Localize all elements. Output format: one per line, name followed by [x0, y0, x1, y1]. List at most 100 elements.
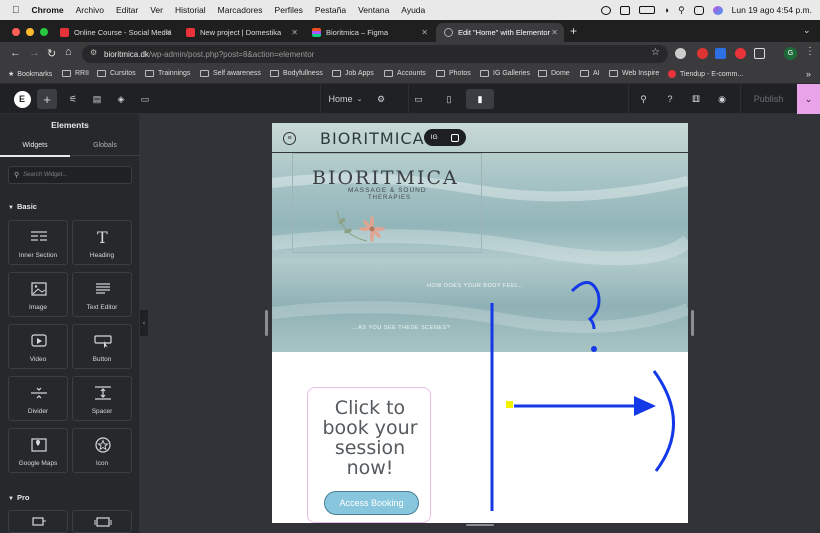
search-icon[interactable]: ⚲	[628, 84, 658, 114]
close-tab-icon[interactable]: ✕	[551, 28, 558, 37]
widget-spacer[interactable]: Spacer	[72, 376, 132, 421]
extension-icon[interactable]	[715, 48, 726, 59]
page-selector[interactable]: Home ⌄	[320, 84, 370, 114]
menubar-clock[interactable]: Lun 19 ago 4:54 p.m.	[732, 5, 812, 15]
tab-domestika[interactable]: New project | Domestika ✕	[178, 23, 304, 42]
widget-google-maps[interactable]: Google Maps	[8, 428, 68, 473]
widget-icon[interactable]: Icon	[72, 428, 132, 473]
widget-heading[interactable]: T Heading	[72, 220, 132, 265]
close-tab-icon[interactable]: ✕	[291, 28, 298, 37]
control-center-icon[interactable]	[693, 5, 704, 15]
elementor-logo-icon: E	[13, 90, 31, 108]
bookmark-folder[interactable]: Bodyfullness	[270, 70, 323, 77]
whats-new-gift-icon[interactable]: ⚅	[686, 84, 706, 114]
comments-icon[interactable]: ▭	[136, 84, 154, 114]
widget-pro-posts[interactable]	[8, 510, 68, 533]
back-icon[interactable]: ←	[10, 47, 21, 59]
widget-video[interactable]: Video	[8, 324, 68, 369]
widget-search-input[interactable]: ⚲ Search Widget...	[8, 166, 132, 184]
tab-elementor[interactable]: Edit "Home" with Elementor ✕	[436, 23, 564, 42]
status-play-icon[interactable]	[619, 5, 630, 15]
close-tab-icon[interactable]: ✕	[165, 28, 172, 37]
bookmark-folder[interactable]: Trainnings	[145, 70, 190, 77]
bookmark-tiendup[interactable]: Tiendup - E-comm...	[668, 70, 743, 78]
bookmark-folder[interactable]: Web Inspire	[609, 70, 659, 77]
close-window-button[interactable]	[12, 28, 20, 36]
widget-image[interactable]: Image	[8, 272, 68, 317]
search-icon[interactable]: ⚲	[678, 5, 685, 16]
bookmark-folder[interactable]: Self awareness	[200, 70, 261, 77]
extension-icon[interactable]	[697, 48, 708, 59]
bookmark-folder[interactable]: AI	[580, 70, 600, 77]
widget-inner-section[interactable]: Inner Section	[8, 220, 68, 265]
bookmark-folder[interactable]: Dome	[538, 70, 570, 77]
menu-ventana[interactable]: Ventana	[358, 5, 389, 15]
zoom-window-button[interactable]	[40, 28, 48, 36]
bookmark-folder[interactable]: Accounts	[384, 70, 426, 77]
extensions-puzzle-icon[interactable]	[754, 48, 765, 59]
menu-pestana[interactable]: Pestaña	[315, 5, 346, 15]
status-circle-icon[interactable]	[600, 5, 611, 15]
bookmark-folder[interactable]: Photos	[436, 70, 471, 77]
widget-divider[interactable]: Divider	[8, 376, 68, 421]
wifi-icon[interactable]: ◑	[664, 5, 669, 15]
resize-handle-left[interactable]	[265, 310, 268, 336]
publish-options-button[interactable]: ⌄	[797, 84, 820, 114]
address-bar[interactable]: ⚙ bioritmica.dk/wp-admin/post.php?post=8…	[82, 45, 668, 63]
preview-eye-icon[interactable]: ◉	[712, 84, 732, 114]
menu-app-name[interactable]: Chrome	[32, 5, 64, 15]
desktop-view-icon[interactable]: ▭	[408, 84, 428, 114]
profile-avatar[interactable]: G	[784, 47, 797, 60]
elementor-logo-button[interactable]: E	[12, 84, 32, 114]
tablet-view-icon[interactable]: ▯	[440, 84, 458, 114]
menu-editar[interactable]: Editar	[116, 5, 138, 15]
section-basic-header[interactable]: ▼ Basic	[8, 202, 37, 211]
bookmark-folder[interactable]: RRII	[62, 70, 89, 77]
resize-handle-right[interactable]	[691, 310, 694, 336]
mobile-view-icon[interactable]: ▮	[466, 89, 494, 109]
site-info-icon[interactable]: ⚙	[90, 48, 97, 57]
widget-text-editor[interactable]: Text Editor	[72, 272, 132, 317]
site-settings-icon[interactable]: ⚟	[64, 84, 82, 114]
bookmark-star-icon[interactable]: ☆	[651, 47, 660, 58]
menu-ayuda[interactable]: Ayuda	[401, 5, 425, 15]
bookmark-folder[interactable]: Cursitos	[97, 70, 136, 77]
minimize-window-button[interactable]	[26, 28, 34, 36]
help-icon[interactable]: ?	[660, 84, 680, 114]
publish-button[interactable]: Publish	[740, 84, 796, 114]
new-tab-icon[interactable]: +	[570, 24, 577, 38]
browser-menu-icon[interactable]: ⋮	[805, 46, 815, 57]
panel-collapse-handle[interactable]: ‹	[140, 310, 148, 336]
page-settings-gear-icon[interactable]: ⚙	[372, 84, 390, 114]
forward-icon[interactable]: →	[29, 47, 40, 59]
bookmarks-overflow-icon[interactable]: »	[806, 69, 811, 79]
menu-ver[interactable]: Ver	[150, 5, 163, 15]
structure-icon[interactable]: ◈	[112, 84, 130, 114]
reload-icon[interactable]: ↻	[47, 47, 56, 60]
battery-icon[interactable]	[638, 6, 655, 14]
menu-marcadores[interactable]: Marcadores	[218, 5, 263, 15]
menu-historial[interactable]: Historial	[175, 5, 206, 15]
extension-icon[interactable]	[675, 48, 686, 59]
bookmark-folder[interactable]: Job Apps	[332, 70, 374, 77]
widget-button[interactable]: Button	[72, 324, 132, 369]
page-settings-icon[interactable]: ▤	[88, 84, 106, 114]
tab-search-icon[interactable]: ⌄	[803, 25, 811, 36]
menu-archivo[interactable]: Archivo	[76, 5, 104, 15]
menu-perfiles[interactable]: Perfiles	[275, 5, 303, 15]
widget-pro-slides[interactable]	[72, 510, 132, 533]
bookmark-folder[interactable]: IG Galleries	[480, 70, 530, 77]
bookmark-bookmarks[interactable]: ★ Bookmarks	[8, 70, 52, 79]
tab-widgets[interactable]: Widgets	[0, 142, 70, 157]
tab-figma[interactable]: Bioritmica – Figma ✕	[304, 23, 434, 42]
add-element-button[interactable]: +	[37, 89, 57, 109]
resize-handle-bottom[interactable]	[466, 524, 494, 526]
tab-online-course[interactable]: Online Course - Social Media ✕	[52, 23, 178, 42]
tab-globals[interactable]: Globals	[70, 142, 140, 156]
apple-icon[interactable]: 	[12, 5, 20, 16]
siri-icon[interactable]	[712, 5, 723, 15]
section-pro-header[interactable]: ▼ Pro	[8, 493, 29, 502]
extension-icon[interactable]	[735, 48, 746, 59]
close-tab-icon[interactable]: ✕	[421, 28, 428, 37]
home-icon[interactable]: ⌂	[65, 46, 72, 58]
